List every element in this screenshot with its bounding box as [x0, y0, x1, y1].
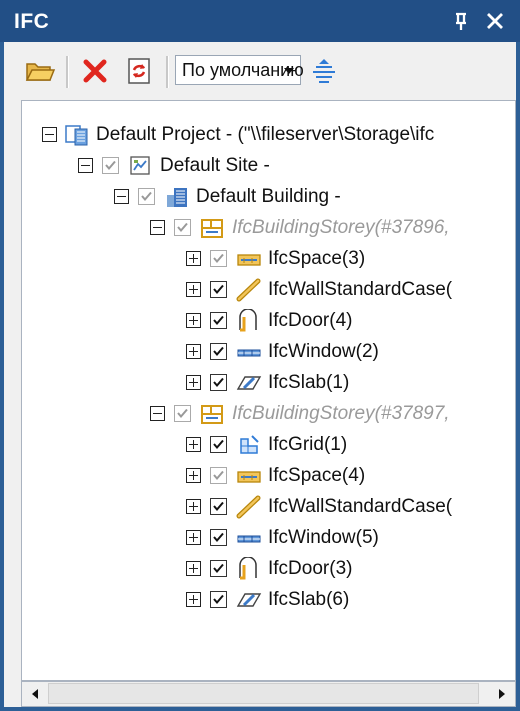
storey-icon — [201, 405, 223, 424]
layers-options-icon[interactable] — [307, 54, 341, 88]
scrollbar-thumb[interactable] — [48, 683, 479, 704]
grid-icon — [240, 435, 259, 454]
horizontal-scrollbar[interactable] — [21, 681, 516, 707]
tree-label: IfcWallStandardCase( — [268, 279, 453, 300]
space-icon — [237, 471, 261, 483]
tree-label: IfcSpace(3) — [268, 248, 366, 269]
visibility-checkbox[interactable] — [210, 591, 227, 608]
expand-toggle[interactable] — [186, 313, 201, 328]
tree-label: Default Project - ("\\fileserver\Storage… — [96, 124, 435, 145]
tree-node-slab[interactable]: IfcSlab(6) — [22, 583, 515, 619]
toolbar-separator — [166, 56, 169, 88]
scroll-right-arrow-icon[interactable] — [489, 682, 515, 706]
visibility-checkbox[interactable] — [210, 529, 227, 546]
visibility-checkbox[interactable] — [210, 281, 227, 298]
close-icon[interactable] — [480, 6, 510, 36]
visibility-checkbox[interactable] — [210, 374, 227, 391]
panel-title: IFC — [14, 10, 50, 33]
tree-label: IfcSpace(4) — [268, 465, 366, 486]
pin-icon[interactable] — [446, 6, 476, 36]
wall-icon — [236, 278, 261, 302]
tree-label: IfcWindow(5) — [268, 527, 379, 548]
tree-label: IfcWindow(2) — [268, 341, 379, 362]
expand-toggle[interactable] — [186, 282, 201, 297]
expand-toggle[interactable] — [186, 592, 201, 607]
tree-label: IfcBuildingStorey(#37897, — [232, 403, 450, 424]
tree-label: IfcGrid(1) — [268, 434, 348, 455]
expand-toggle[interactable] — [186, 499, 201, 514]
slab-icon — [236, 593, 262, 607]
expand-toggle[interactable] — [186, 561, 201, 576]
window-icon — [237, 535, 261, 543]
folder-open-icon[interactable] — [23, 54, 57, 88]
expand-toggle[interactable] — [186, 251, 201, 266]
visibility-checkbox[interactable] — [210, 467, 227, 484]
tree-label: Default Site - — [160, 155, 270, 176]
visibility-checkbox[interactable] — [210, 312, 227, 329]
ifc-tree-view: Default Project - ("\\fileserver\Storage… — [21, 100, 516, 681]
expand-toggle[interactable] — [186, 375, 201, 390]
expand-toggle[interactable] — [186, 468, 201, 483]
tree-label: IfcWallStandardCase( — [268, 496, 453, 517]
scroll-left-arrow-icon[interactable] — [22, 682, 48, 706]
expand-toggle[interactable] — [186, 344, 201, 359]
tree-label: Default Building - — [196, 186, 341, 207]
tree-label: IfcSlab(1) — [268, 372, 350, 393]
visibility-checkbox[interactable] — [210, 343, 227, 360]
space-icon — [237, 254, 261, 266]
visibility-checkbox[interactable] — [210, 436, 227, 453]
visibility-checkbox[interactable] — [210, 560, 227, 577]
storey-icon — [201, 219, 223, 238]
site-icon — [130, 156, 150, 175]
project-icon — [65, 125, 88, 146]
window-icon — [237, 349, 261, 357]
toolbar-separator — [66, 56, 69, 88]
panel-content: По умолчанию Default Project - ("\\files… — [4, 42, 516, 707]
visibility-checkbox[interactable] — [210, 498, 227, 515]
tree-label: IfcDoor(4) — [268, 310, 353, 331]
building-icon — [167, 188, 187, 207]
expand-toggle[interactable] — [186, 437, 201, 452]
ifc-panel: IFC По умолчанию Default Project - ("\\f… — [0, 0, 520, 711]
collapse-toggle[interactable] — [150, 220, 165, 235]
toolbar: По умолчанию — [4, 42, 516, 100]
slab-icon — [236, 376, 262, 390]
door-icon — [239, 309, 257, 332]
tree-label: IfcBuildingStorey(#37896, — [232, 217, 450, 238]
expand-toggle[interactable] — [186, 530, 201, 545]
refresh-icon[interactable] — [122, 54, 156, 88]
collapse-toggle[interactable] — [42, 127, 57, 142]
tree-label: IfcDoor(3) — [268, 558, 353, 579]
visibility-checkbox[interactable] — [210, 250, 227, 267]
delete-x-icon[interactable] — [78, 54, 112, 88]
door-icon — [239, 557, 257, 580]
collapse-toggle[interactable] — [150, 406, 165, 421]
tree-label: IfcSlab(6) — [268, 589, 350, 610]
collapse-toggle[interactable] — [78, 158, 93, 173]
view-mode-dropdown[interactable]: По умолчанию — [175, 55, 304, 85]
title-bar: IFC — [0, 0, 520, 42]
visibility-checkbox[interactable] — [138, 188, 155, 205]
chevron-down-icon — [284, 68, 294, 74]
visibility-checkbox[interactable] — [102, 157, 119, 174]
wall-icon — [236, 495, 261, 519]
collapse-toggle[interactable] — [114, 189, 129, 204]
visibility-checkbox[interactable] — [174, 405, 191, 422]
visibility-checkbox[interactable] — [174, 219, 191, 236]
